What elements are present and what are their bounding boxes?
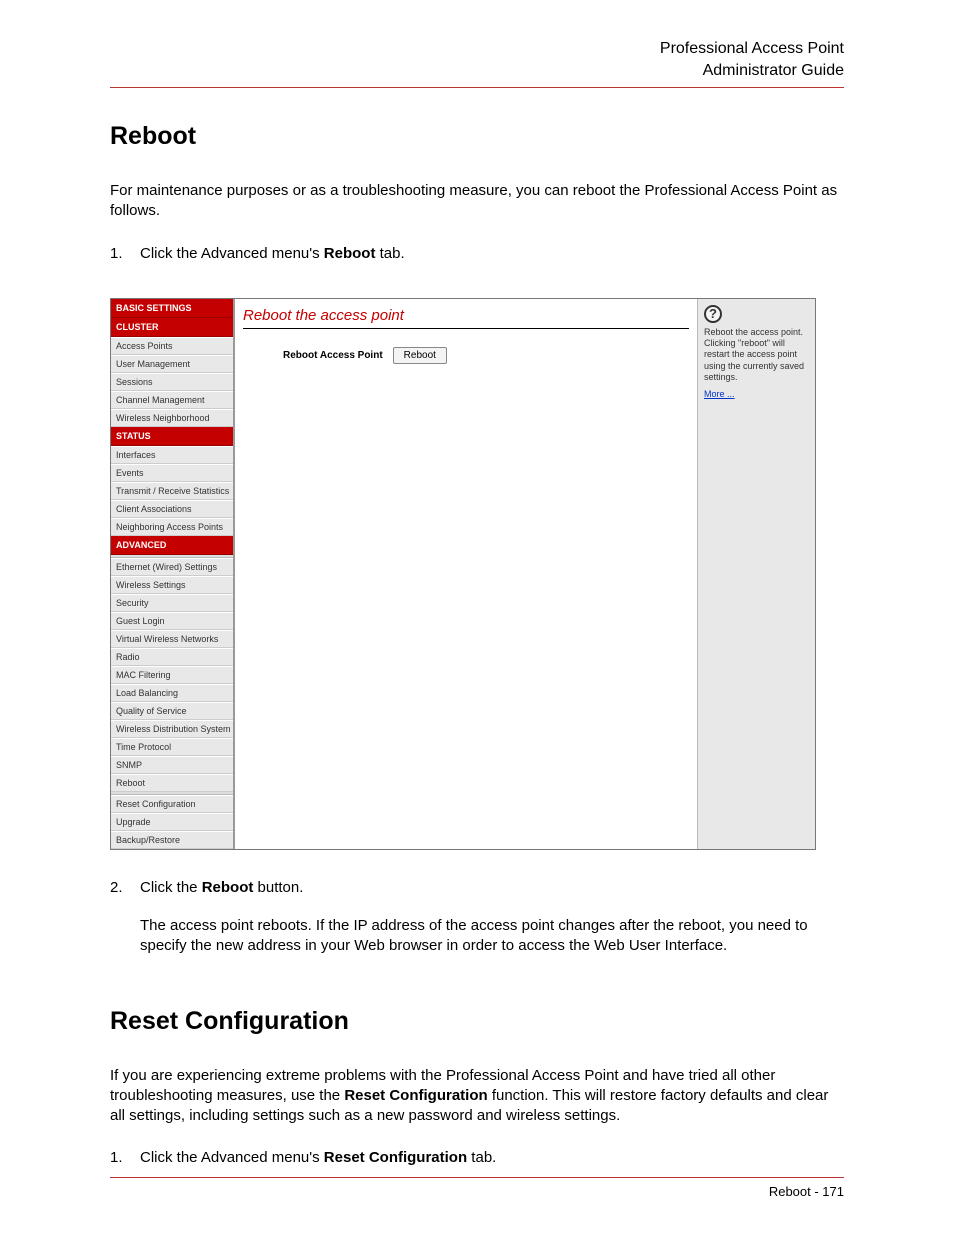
sidebar-header-advanced[interactable]: ADVANCED (111, 536, 233, 555)
sidebar-item[interactable]: Time Protocol (111, 738, 233, 756)
sidebar-item[interactable]: Reset Configuration (111, 795, 233, 813)
pane-title: Reboot the access point (243, 305, 689, 328)
sidebar-item[interactable]: Virtual Wireless Networks (111, 630, 233, 648)
sidebar-item[interactable]: Access Points (111, 337, 233, 355)
sidebar-item[interactable]: Backup/Restore (111, 831, 233, 849)
sidebar-item[interactable]: Security (111, 594, 233, 612)
step-text: Click the Reboot button. The access poin… (140, 878, 844, 957)
sidebar-header-status[interactable]: STATUS (111, 427, 233, 446)
step-2: 2. Click the Reboot button. The access p… (110, 878, 844, 957)
sidebar-header-cluster[interactable]: CLUSTER (111, 318, 233, 337)
section-title-reset: Reset Configuration (110, 1007, 844, 1036)
sidebar-item[interactable]: Channel Management (111, 391, 233, 409)
sidebar: BASIC SETTINGS CLUSTER Access Points Use… (111, 299, 233, 849)
sidebar-header-basic[interactable]: BASIC SETTINGS (111, 299, 233, 318)
page-header: Professional Access Point Administrator … (110, 38, 844, 88)
sidebar-item[interactable]: Quality of Service (111, 702, 233, 720)
sidebar-item[interactable]: Sessions (111, 373, 233, 391)
reset-intro: If you are experiencing extreme problems… (110, 1066, 844, 1127)
sidebar-item[interactable]: Neighboring Access Points (111, 518, 233, 536)
sidebar-item[interactable]: Guest Login (111, 612, 233, 630)
sidebar-item[interactable]: Radio (111, 648, 233, 666)
step-text: Click the Advanced menu's Reset Configur… (140, 1148, 844, 1168)
step-2-sub: The access point reboots. If the IP addr… (140, 916, 844, 957)
section-title-reboot: Reboot (110, 122, 844, 151)
sidebar-item[interactable]: Wireless Distribution System (111, 720, 233, 738)
reset-step-1: 1. Click the Advanced menu's Reset Confi… (110, 1148, 844, 1168)
step-number: 2. (110, 878, 140, 957)
sidebar-item[interactable]: Interfaces (111, 446, 233, 464)
step-text: Click the Advanced menu's Reboot tab. (140, 244, 844, 264)
sidebar-item[interactable]: Wireless Neighborhood (111, 409, 233, 427)
sidebar-item[interactable]: Events (111, 464, 233, 482)
sidebar-item[interactable]: Transmit / Receive Statistics (111, 482, 233, 500)
footer-text: Reboot - 171 (769, 1184, 844, 1199)
help-icon[interactable]: ? (704, 305, 722, 323)
sidebar-item[interactable]: Client Associations (111, 500, 233, 518)
step-1: 1. Click the Advanced menu's Reboot tab. (110, 244, 844, 264)
reboot-label: Reboot Access Point (283, 350, 383, 361)
sidebar-item[interactable]: SNMP (111, 756, 233, 774)
intro-paragraph: For maintenance purposes or as a trouble… (110, 181, 844, 222)
sidebar-item[interactable]: User Management (111, 355, 233, 373)
header-line-2: Administrator Guide (110, 60, 844, 82)
sidebar-item[interactable]: Reboot (111, 774, 233, 792)
sidebar-item[interactable]: Load Balancing (111, 684, 233, 702)
header-line-1: Professional Access Point (110, 38, 844, 60)
step-number: 1. (110, 244, 140, 264)
more-link[interactable]: More ... (704, 389, 735, 399)
sidebar-item[interactable]: MAC Filtering (111, 666, 233, 684)
page-footer: Reboot - 171 (110, 1177, 844, 1199)
screenshot-figure: BASIC SETTINGS CLUSTER Access Points Use… (110, 298, 816, 850)
reboot-button[interactable]: Reboot (393, 347, 447, 364)
sidebar-item[interactable]: Wireless Settings (111, 576, 233, 594)
sidebar-item[interactable]: Ethernet (Wired) Settings (111, 558, 233, 576)
help-text: Reboot the access point. Clicking "reboo… (704, 327, 809, 383)
main-pane: Reboot the access point Reboot Access Po… (233, 299, 697, 849)
sidebar-item[interactable]: Upgrade (111, 813, 233, 831)
help-pane: ? Reboot the access point. Clicking "reb… (697, 299, 815, 849)
step-number: 1. (110, 1148, 140, 1168)
